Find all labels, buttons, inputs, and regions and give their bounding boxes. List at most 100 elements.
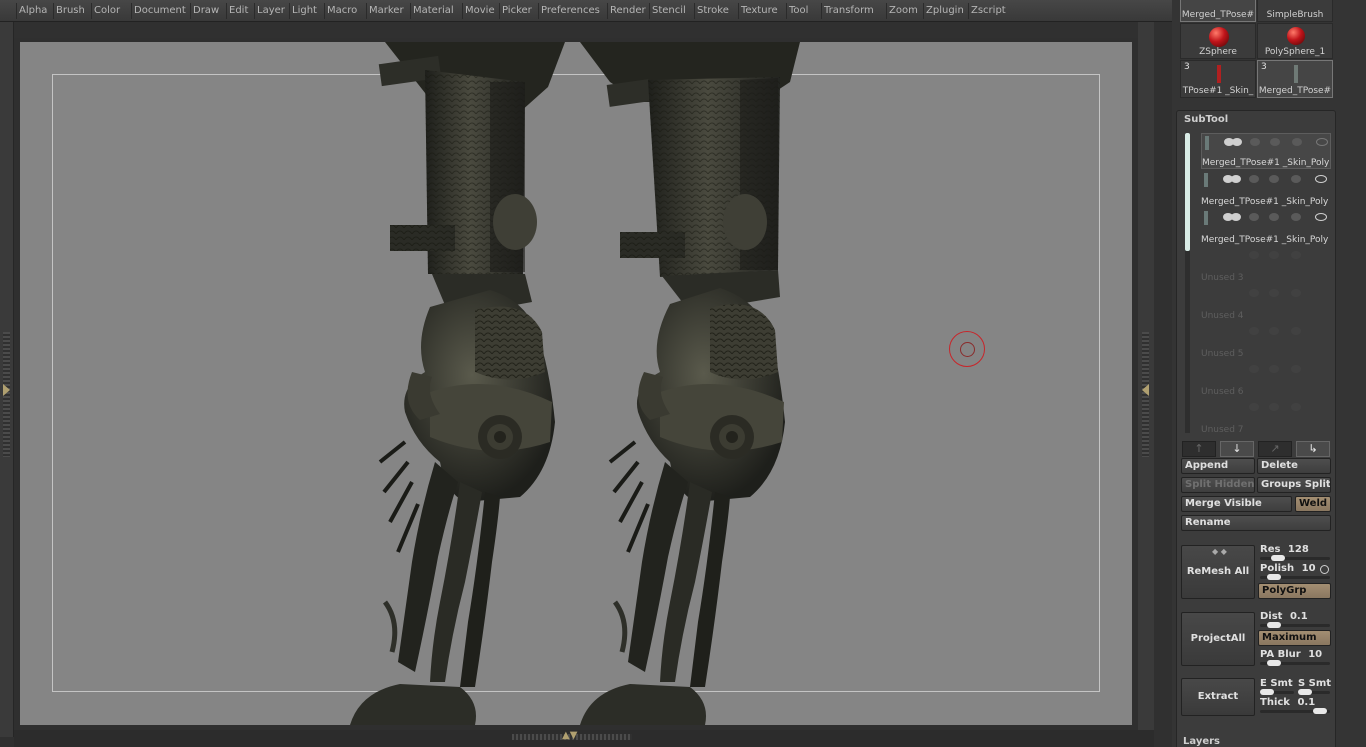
half-circle-icon[interactable] [1269, 175, 1279, 183]
menu-zoom[interactable]: Zoom [886, 3, 920, 19]
merge-visible-button[interactable]: Merge Visible [1181, 496, 1292, 512]
toggle-dot-icon[interactable] [1231, 175, 1241, 183]
subtool-row[interactable]: Merged_TPose#1 _Skin_Poly [1201, 171, 1331, 207]
subtool-row-unused[interactable]: Unused 7 [1201, 399, 1331, 435]
half-circle-icon [1249, 289, 1259, 297]
append-button[interactable]: Append [1181, 458, 1255, 474]
tool-thumb-merged-tpose[interactable]: Merged_TPose# [1180, 0, 1256, 22]
menu-document[interactable]: Document [131, 3, 188, 19]
menu-zscript[interactable]: Zscript [968, 3, 1008, 19]
move-up-arrow-button[interactable]: ↗ [1258, 441, 1292, 457]
move-up-button[interactable]: ↑ [1182, 441, 1216, 457]
menu-macro[interactable]: Macro [324, 3, 359, 19]
half-circle-icon[interactable] [1249, 175, 1259, 183]
half-circle-icon[interactable] [1250, 138, 1260, 146]
dist-knob[interactable] [1267, 622, 1281, 628]
menu-movie[interactable]: Movie [462, 3, 497, 19]
pa-blur-label: PA Blur [1260, 649, 1301, 660]
subtool-title[interactable]: SubTool [1184, 114, 1228, 125]
menu-transform[interactable]: Transform [821, 3, 876, 19]
e-smt-slider[interactable]: E Smt [1260, 678, 1296, 696]
move-down-arrow-button[interactable]: ↳ [1296, 441, 1330, 457]
brush-icon [1291, 251, 1301, 259]
menu-preferences[interactable]: Preferences [538, 3, 602, 19]
menu-picker[interactable]: Picker [499, 3, 534, 19]
thick-knob[interactable] [1312, 708, 1327, 714]
subtool-scrollbar[interactable] [1185, 133, 1190, 251]
menu-stroke[interactable]: Stroke [694, 3, 731, 19]
half-circle-icon [1249, 403, 1259, 411]
project-all-button[interactable]: ProjectAll [1181, 612, 1255, 666]
half-circle-icon[interactable] [1249, 213, 1259, 221]
menu-draw[interactable]: Draw [190, 3, 221, 19]
rename-button[interactable]: Rename [1181, 515, 1331, 531]
maximum-button[interactable]: Maximum [1258, 630, 1331, 646]
eye-icon[interactable] [1316, 138, 1328, 146]
pa-blur-slider[interactable]: PA Blur 10 [1260, 649, 1332, 667]
menu-tool[interactable]: Tool [786, 3, 810, 19]
polish-circle-icon[interactable] [1320, 565, 1329, 574]
dist-slider[interactable]: Dist 0.1 [1260, 611, 1332, 629]
subtool-row-unused[interactable]: Unused 3 [1201, 247, 1331, 283]
menu-edit[interactable]: Edit [226, 3, 250, 19]
toggle-dot-icon[interactable] [1231, 213, 1241, 221]
brush-icon[interactable] [1292, 138, 1302, 146]
res-slider[interactable]: Res 128 [1260, 544, 1332, 562]
tool-thumb-polysphere[interactable]: PolySphere_1 [1257, 23, 1333, 59]
right-tray-handle[interactable] [1138, 22, 1154, 737]
res-knob[interactable] [1270, 555, 1285, 561]
menu-alpha[interactable]: Alpha [16, 3, 49, 19]
split-hidden-button[interactable]: Split Hidden [1181, 477, 1255, 493]
pa-blur-knob[interactable] [1267, 660, 1281, 666]
s-smt-knob[interactable] [1298, 689, 1312, 695]
eye-icon[interactable] [1315, 175, 1327, 183]
subtool-row-label: Unused 6 [1201, 387, 1244, 397]
polish-slider[interactable]: Polish 10 [1260, 563, 1330, 581]
layers-panel-title[interactable]: Layers [1183, 736, 1220, 747]
half-circle-icon[interactable] [1270, 138, 1280, 146]
collapse-right-icon[interactable] [1142, 384, 1149, 396]
tool-thumb-simplebrush[interactable]: SimpleBrush [1257, 0, 1333, 22]
menu-material[interactable]: Material [410, 3, 456, 19]
half-circle-icon[interactable] [1269, 213, 1279, 221]
collapse-left-icon[interactable] [3, 384, 10, 396]
bottom-tray-handle[interactable]: ▲▼ [14, 730, 1154, 747]
menu-light[interactable]: Light [289, 3, 319, 19]
thick-label: Thick [1260, 697, 1290, 708]
s-smt-slider[interactable]: S Smt [1298, 678, 1332, 696]
groups-split-button[interactable]: Groups Split [1257, 477, 1331, 493]
weld-button[interactable]: Weld [1295, 496, 1331, 512]
toggle-dot-icon[interactable] [1232, 138, 1242, 146]
collapse-bottom-icon[interactable]: ▲▼ [562, 730, 577, 742]
move-down-button[interactable]: ↓ [1220, 441, 1254, 457]
subtool-row-unused[interactable]: Unused 6 [1201, 361, 1331, 397]
menu-texture[interactable]: Texture [738, 3, 780, 19]
brush-icon[interactable] [1291, 175, 1301, 183]
extract-button[interactable]: Extract [1181, 678, 1255, 716]
subtool-row-unused[interactable]: Unused 5 [1201, 323, 1331, 359]
tool-thumb-zsphere[interactable]: ZSphere [1180, 23, 1256, 59]
thick-slider[interactable]: Thick 0.1 [1260, 697, 1332, 715]
menu-stencil[interactable]: Stencil [649, 3, 688, 19]
subtool-row[interactable]: Merged_TPose#1 _Skin_Poly [1201, 209, 1331, 245]
brush-icon [1291, 403, 1301, 411]
left-tray-handle[interactable] [0, 22, 14, 737]
delete-button[interactable]: Delete [1257, 458, 1331, 474]
brush-icon[interactable] [1291, 213, 1301, 221]
eye-icon[interactable] [1315, 213, 1327, 221]
canvas-viewport[interactable] [20, 42, 1132, 725]
menu-marker[interactable]: Marker [366, 3, 406, 19]
menu-brush[interactable]: Brush [53, 3, 87, 19]
half-circle-icon [1269, 289, 1279, 297]
tool-thumb-tpose-skin[interactable]: 3 TPose#1 _Skin_ [1180, 60, 1256, 98]
menu-render[interactable]: Render [607, 3, 648, 19]
polish-knob[interactable] [1267, 574, 1281, 580]
menu-zplugin[interactable]: Zplugin [923, 3, 966, 19]
menu-layer[interactable]: Layer [254, 3, 287, 19]
polygrp-button[interactable]: PolyGrp [1258, 583, 1331, 599]
subtool-row-unused[interactable]: Unused 4 [1201, 285, 1331, 321]
subtool-row[interactable]: Merged_TPose#1 _Skin_Poly [1201, 133, 1331, 169]
tool-thumb-merged-tpose-2[interactable]: 3 Merged_TPose# [1257, 60, 1333, 98]
e-smt-knob[interactable] [1260, 689, 1274, 695]
menu-color[interactable]: Color [91, 3, 122, 19]
